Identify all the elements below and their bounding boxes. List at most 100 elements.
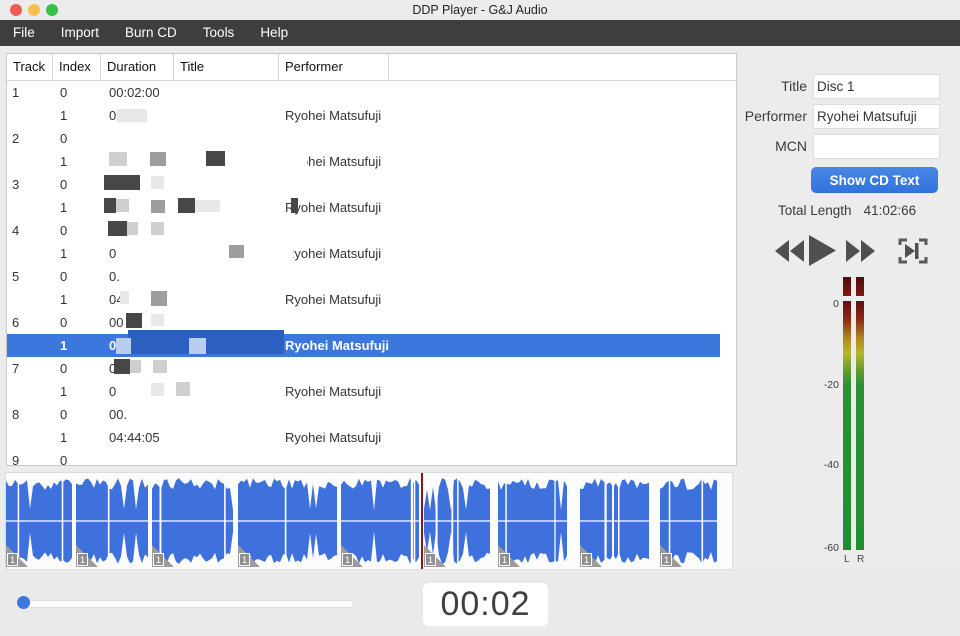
cell-index: 0 [53, 407, 101, 422]
table-row[interactable]: 8000. [7, 403, 720, 426]
titlebar: DDP Player - G&J Audio [0, 0, 960, 20]
column-header-performer[interactable]: Performer [279, 54, 389, 80]
table-row[interactable]: 10Ryohei Matsufuji [7, 380, 720, 403]
cell-track: 8 [7, 407, 53, 422]
cell-performer: Ryohei Matsufuji [279, 430, 389, 445]
track-marker-number: 1 [425, 553, 436, 566]
show-cd-text-button[interactable]: Show CD Text [811, 167, 938, 193]
redaction-block [116, 199, 129, 212]
column-header-title[interactable]: Title [174, 54, 279, 80]
disc-title-input[interactable] [813, 74, 940, 99]
total-length: Total Length41:02:66 [778, 203, 916, 218]
cell-track: 9 [7, 453, 53, 466]
table-row[interactable]: 104Ryohei Matsufuji [7, 334, 720, 357]
redaction-block [151, 383, 164, 396]
redaction-block [76, 453, 171, 466]
cell-index: 1 [53, 108, 101, 123]
track-marker-number: 1 [153, 553, 164, 566]
cell-index: 0 [53, 361, 101, 376]
cell-performer: Ryohei Matsufuji [279, 108, 389, 123]
total-length-label: Total Length [778, 203, 852, 218]
fast-forward-button[interactable] [845, 240, 875, 267]
cell-index: 1 [53, 338, 101, 353]
redaction-block [151, 200, 165, 213]
track-table: Track Index Duration Title Performer 100… [6, 53, 737, 466]
track-marker-number: 1 [7, 553, 18, 566]
track-marker-number: 1 [661, 553, 672, 566]
waveform-segment[interactable]: 1 [580, 475, 651, 567]
cell-index: 0 [53, 131, 101, 146]
cell-track: 1 [7, 85, 53, 100]
transport-controls [775, 235, 935, 267]
redaction-block [126, 313, 142, 328]
cell-track: 5 [7, 269, 53, 284]
cell-duration: 00:02:00 [101, 85, 174, 100]
cell-index: 1 [53, 292, 101, 307]
track-marker-number: 1 [239, 553, 250, 566]
cell-index: 0 [53, 315, 101, 330]
cell-index: 1 [53, 430, 101, 445]
redaction-block [151, 222, 164, 235]
cell-track: 6 [7, 315, 53, 330]
column-header-index[interactable]: Index [53, 54, 101, 80]
seek-slider-track[interactable] [18, 600, 354, 608]
waveform-segment[interactable]: 1 [341, 475, 421, 567]
table-row[interactable]: 20 [7, 127, 720, 150]
table-row[interactable]: 10Ryohei Matsufuji [7, 104, 720, 127]
menu-file[interactable]: File [0, 20, 48, 46]
performer-field-label: Performer [687, 108, 807, 124]
menu-burn-cd[interactable]: Burn CD [112, 20, 190, 46]
redaction-block [151, 291, 167, 306]
menu-import[interactable]: Import [48, 20, 112, 46]
cell-index: 0 [53, 177, 101, 192]
redaction-block [189, 338, 206, 354]
disc-performer-input[interactable] [813, 104, 940, 129]
redaction-block [150, 152, 166, 166]
redaction-block [114, 359, 130, 374]
cell-index: 1 [53, 246, 101, 261]
cell-duration: 0. [101, 269, 174, 284]
redaction-block [153, 360, 167, 373]
cell-index: 1 [53, 384, 101, 399]
redaction-block [104, 198, 116, 213]
menu-help[interactable]: Help [247, 20, 301, 46]
cell-performer: Ryohei Matsufuji [279, 246, 389, 261]
redaction-block [109, 152, 127, 166]
waveform-segment[interactable]: 1 [76, 475, 149, 567]
time-display: 00:02 [423, 583, 548, 626]
redaction-block [120, 291, 129, 304]
table-row[interactable]: 500. [7, 265, 720, 288]
waveform-segment[interactable]: 1 [660, 475, 718, 567]
menu-tools[interactable]: Tools [190, 20, 248, 46]
table-row[interactable]: 104Ryohei Matsufuji [7, 288, 720, 311]
column-header-empty[interactable] [389, 54, 736, 80]
redaction-block [128, 330, 284, 354]
waveform-segment[interactable]: 1 [6, 475, 73, 567]
skip-to-marker-button[interactable] [897, 237, 929, 270]
waveform-segment[interactable]: 1 [498, 475, 569, 567]
meter-scale-0: 0 [822, 298, 839, 310]
mcn-input[interactable] [813, 134, 940, 159]
seek-slider-thumb[interactable] [17, 596, 30, 609]
meter-label-left: L [844, 554, 850, 565]
column-header-duration[interactable]: Duration [101, 54, 174, 80]
cell-index: 1 [53, 200, 101, 215]
table-row[interactable]: 6000 [7, 311, 720, 334]
cell-index: 0 [53, 85, 101, 100]
waveform-segment[interactable]: 1 [238, 475, 338, 567]
redaction-block [229, 245, 244, 258]
waveform-segment[interactable]: 1 [424, 475, 490, 567]
play-icon [809, 253, 836, 270]
table-row[interactable]: 10Ryohei Matsufuji [7, 242, 720, 265]
table-row[interactable]: 1000:02:00 [7, 81, 720, 104]
meter-label-right: R [857, 554, 864, 565]
redaction-block [282, 150, 307, 171]
column-header-track[interactable]: Track [7, 54, 53, 80]
waveform-segment[interactable]: 1 [152, 475, 234, 567]
table-row[interactable]: 104:44:05Ryohei Matsufuji [7, 426, 720, 449]
rewind-button[interactable] [775, 240, 805, 267]
cell-performer: Ryohei Matsufuji [279, 292, 389, 307]
track-marker-number: 1 [581, 553, 592, 566]
redaction-block [108, 221, 127, 236]
play-button[interactable] [809, 235, 836, 271]
